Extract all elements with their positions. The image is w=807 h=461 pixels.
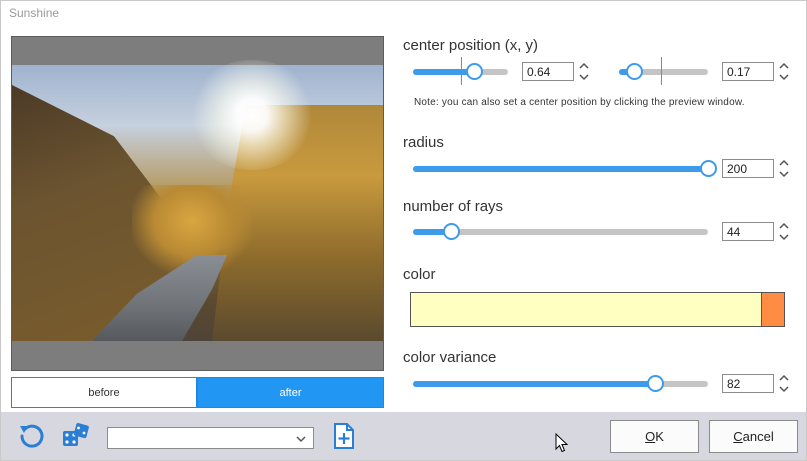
color-variance-spinner[interactable] (778, 373, 790, 395)
center-position-label: center position (x, y) (403, 37, 539, 54)
window-title: Sunshine (9, 6, 60, 20)
center-x-thumb[interactable] (465, 63, 483, 80)
cancel-button-label: ancel (742, 429, 774, 444)
number-of-rays-slider[interactable] (413, 223, 708, 241)
color-swatch[interactable] (410, 292, 785, 327)
after-toggle-button[interactable]: after (197, 377, 384, 408)
chevron-down-icon[interactable] (779, 384, 789, 394)
number-of-rays-label: number of rays (403, 198, 504, 215)
chevron-down-icon[interactable] (779, 72, 789, 82)
add-preset-icon[interactable] (329, 421, 359, 451)
center-y-spinner[interactable] (778, 61, 790, 83)
radius-label: radius (403, 134, 444, 151)
chevron-up-icon[interactable] (779, 373, 789, 383)
radius-input[interactable]: 200 (722, 159, 774, 178)
center-y-slider[interactable] (619, 57, 708, 85)
chevron-up-icon[interactable] (579, 61, 589, 71)
color-accent-swatch[interactable] (761, 293, 784, 326)
center-y-thumb[interactable] (626, 63, 644, 80)
center-x-spinner[interactable] (578, 61, 590, 83)
title-bar: Sunshine (1, 1, 806, 27)
center-y-tick (661, 57, 662, 85)
radius-slider[interactable] (413, 160, 717, 178)
color-label: color (403, 266, 436, 283)
chevron-down-icon[interactable] (295, 432, 307, 450)
number-of-rays-thumb[interactable] (443, 223, 461, 240)
color-variance-fill (413, 381, 655, 387)
color-variance-thumb[interactable] (646, 375, 664, 392)
cancel-button[interactable]: Cancel (709, 420, 798, 453)
color-variance-label: color variance (403, 349, 497, 366)
chevron-up-icon[interactable] (779, 158, 789, 168)
center-x-fill (413, 69, 474, 75)
ok-button-mnemonic: O (645, 429, 656, 444)
preset-dropdown[interactable] (107, 427, 314, 449)
chevron-up-icon[interactable] (779, 61, 789, 71)
center-y-input[interactable]: 0.17 (722, 62, 774, 81)
preview-image[interactable] (12, 60, 383, 341)
mouse-cursor-icon (555, 432, 569, 458)
color-variance-input[interactable]: 82 (722, 374, 774, 393)
chevron-down-icon[interactable] (579, 72, 589, 82)
radius-spinner[interactable] (778, 158, 790, 180)
preview-sunburst (187, 60, 317, 170)
ok-button[interactable]: OK (610, 420, 699, 453)
number-of-rays-spinner[interactable] (778, 221, 790, 243)
ok-button-label: K (655, 429, 664, 444)
chevron-up-icon[interactable] (779, 221, 789, 231)
chevron-down-icon[interactable] (779, 169, 789, 179)
reset-icon[interactable] (16, 421, 46, 451)
center-x-input[interactable]: 0.64 (522, 62, 574, 81)
number-of-rays-input[interactable]: 44 (722, 222, 774, 241)
color-variance-slider[interactable] (413, 375, 708, 393)
cancel-button-mnemonic: C (733, 429, 743, 444)
center-position-note: Note: you can also set a center position… (414, 97, 745, 108)
radius-fill (413, 166, 708, 172)
dice-icon[interactable] (61, 421, 91, 451)
chevron-down-icon[interactable] (779, 232, 789, 242)
before-toggle-button[interactable]: before (11, 377, 197, 408)
sunshine-dialog: Sunshine before after center position (x… (0, 0, 807, 461)
preview-window[interactable] (11, 36, 384, 371)
radius-thumb[interactable] (700, 160, 717, 177)
center-x-slider[interactable] (413, 57, 508, 85)
